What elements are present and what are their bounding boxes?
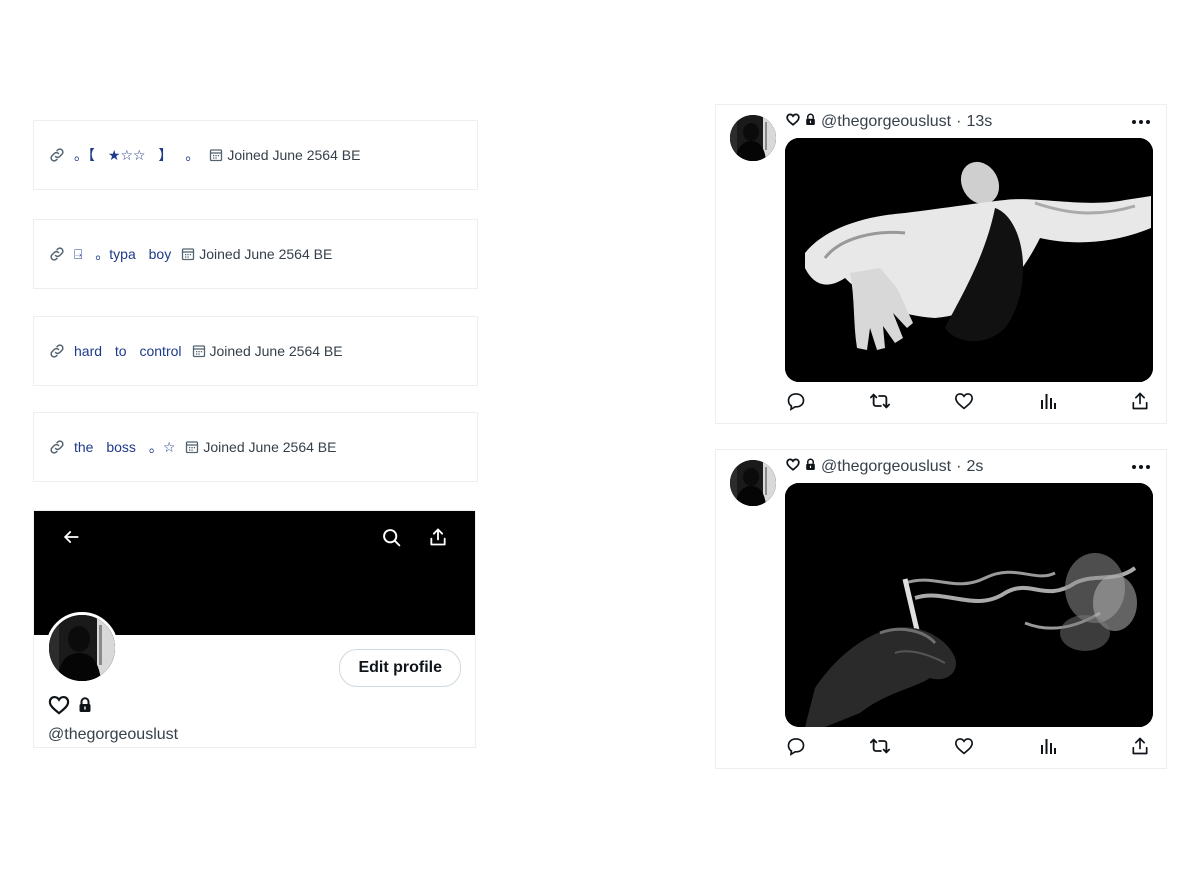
- lock-icon: [805, 113, 816, 131]
- link-icon: [48, 146, 66, 164]
- tweet-card[interactable]: @thegorgeouslust · 2s: [715, 449, 1167, 769]
- link-icon: [48, 438, 66, 456]
- profile-info-row-2: ⍈ 。typa boy Joined June 2564 BE: [33, 219, 478, 289]
- lock-icon: [805, 458, 816, 476]
- retweet-icon[interactable]: [869, 735, 891, 757]
- link-icon: [48, 245, 66, 263]
- heart-icon: [786, 458, 800, 476]
- joined-date: Joined June 2564 BE: [203, 439, 337, 455]
- avatar[interactable]: [46, 612, 118, 684]
- profile-link[interactable]: hard to control: [74, 343, 182, 359]
- profile-link[interactable]: the boss 。☆: [74, 437, 175, 457]
- heart-icon: [786, 113, 800, 131]
- tweet-handle[interactable]: @thegorgeouslust: [821, 458, 951, 476]
- profile-link[interactable]: 。【 ★☆☆ 】 。: [74, 145, 199, 165]
- share-icon[interactable]: [426, 525, 450, 549]
- calendar-icon: [181, 247, 195, 261]
- profile-info-row-4: the boss 。☆ Joined June 2564 BE: [33, 412, 478, 482]
- profile-handle: @thegorgeouslust: [48, 726, 179, 743]
- profile-header: Edit profile @thegorgeouslust: [33, 510, 476, 748]
- views-icon[interactable]: [1037, 390, 1059, 412]
- heart-icon: [48, 695, 70, 720]
- separator: ·: [956, 458, 962, 475]
- arrow-left-icon[interactable]: [59, 525, 83, 549]
- profile-info-row-3: hard to control Joined June 2564 BE: [33, 316, 478, 386]
- reply-icon[interactable]: [785, 390, 807, 412]
- like-icon[interactable]: [953, 390, 975, 412]
- tweet-image[interactable]: [785, 483, 1153, 727]
- search-icon[interactable]: [379, 525, 403, 549]
- views-icon[interactable]: [1037, 735, 1059, 757]
- tweet-time[interactable]: 2s: [966, 458, 983, 476]
- tweet-header: @thegorgeouslust · 13s: [786, 113, 992, 131]
- avatar[interactable]: [730, 115, 776, 161]
- tweet-handle[interactable]: @thegorgeouslust: [821, 113, 951, 131]
- avatar[interactable]: [730, 460, 776, 506]
- more-icon[interactable]: [1130, 115, 1152, 129]
- tweet-actions: [785, 390, 1153, 414]
- more-icon[interactable]: [1130, 460, 1152, 474]
- joined-date: Joined June 2564 BE: [199, 246, 333, 262]
- retweet-icon[interactable]: [869, 390, 891, 412]
- reply-icon[interactable]: [785, 735, 807, 757]
- calendar-icon: [209, 148, 223, 162]
- tweet-actions: [785, 735, 1153, 759]
- share-icon[interactable]: [1129, 735, 1151, 757]
- tweet-image[interactable]: [785, 138, 1153, 382]
- profile-badges: [48, 695, 92, 720]
- calendar-icon: [185, 440, 199, 454]
- tweet-card[interactable]: @thegorgeouslust · 13s: [715, 104, 1167, 424]
- lock-icon: [78, 697, 92, 718]
- share-icon[interactable]: [1129, 390, 1151, 412]
- edit-profile-button[interactable]: Edit profile: [339, 649, 461, 687]
- calendar-icon: [192, 344, 206, 358]
- profile-link[interactable]: ⍈ 。typa boy: [74, 244, 171, 264]
- joined-date: Joined June 2564 BE: [209, 343, 343, 359]
- joined-date: Joined June 2564 BE: [227, 147, 361, 163]
- link-icon: [48, 342, 66, 360]
- separator: ·: [956, 113, 962, 130]
- tweet-time[interactable]: 13s: [966, 113, 992, 131]
- like-icon[interactable]: [953, 735, 975, 757]
- tweet-header: @thegorgeouslust · 2s: [786, 458, 983, 476]
- profile-info-row-1: 。【 ★☆☆ 】 。 Joined June 2564 BE: [33, 120, 478, 190]
